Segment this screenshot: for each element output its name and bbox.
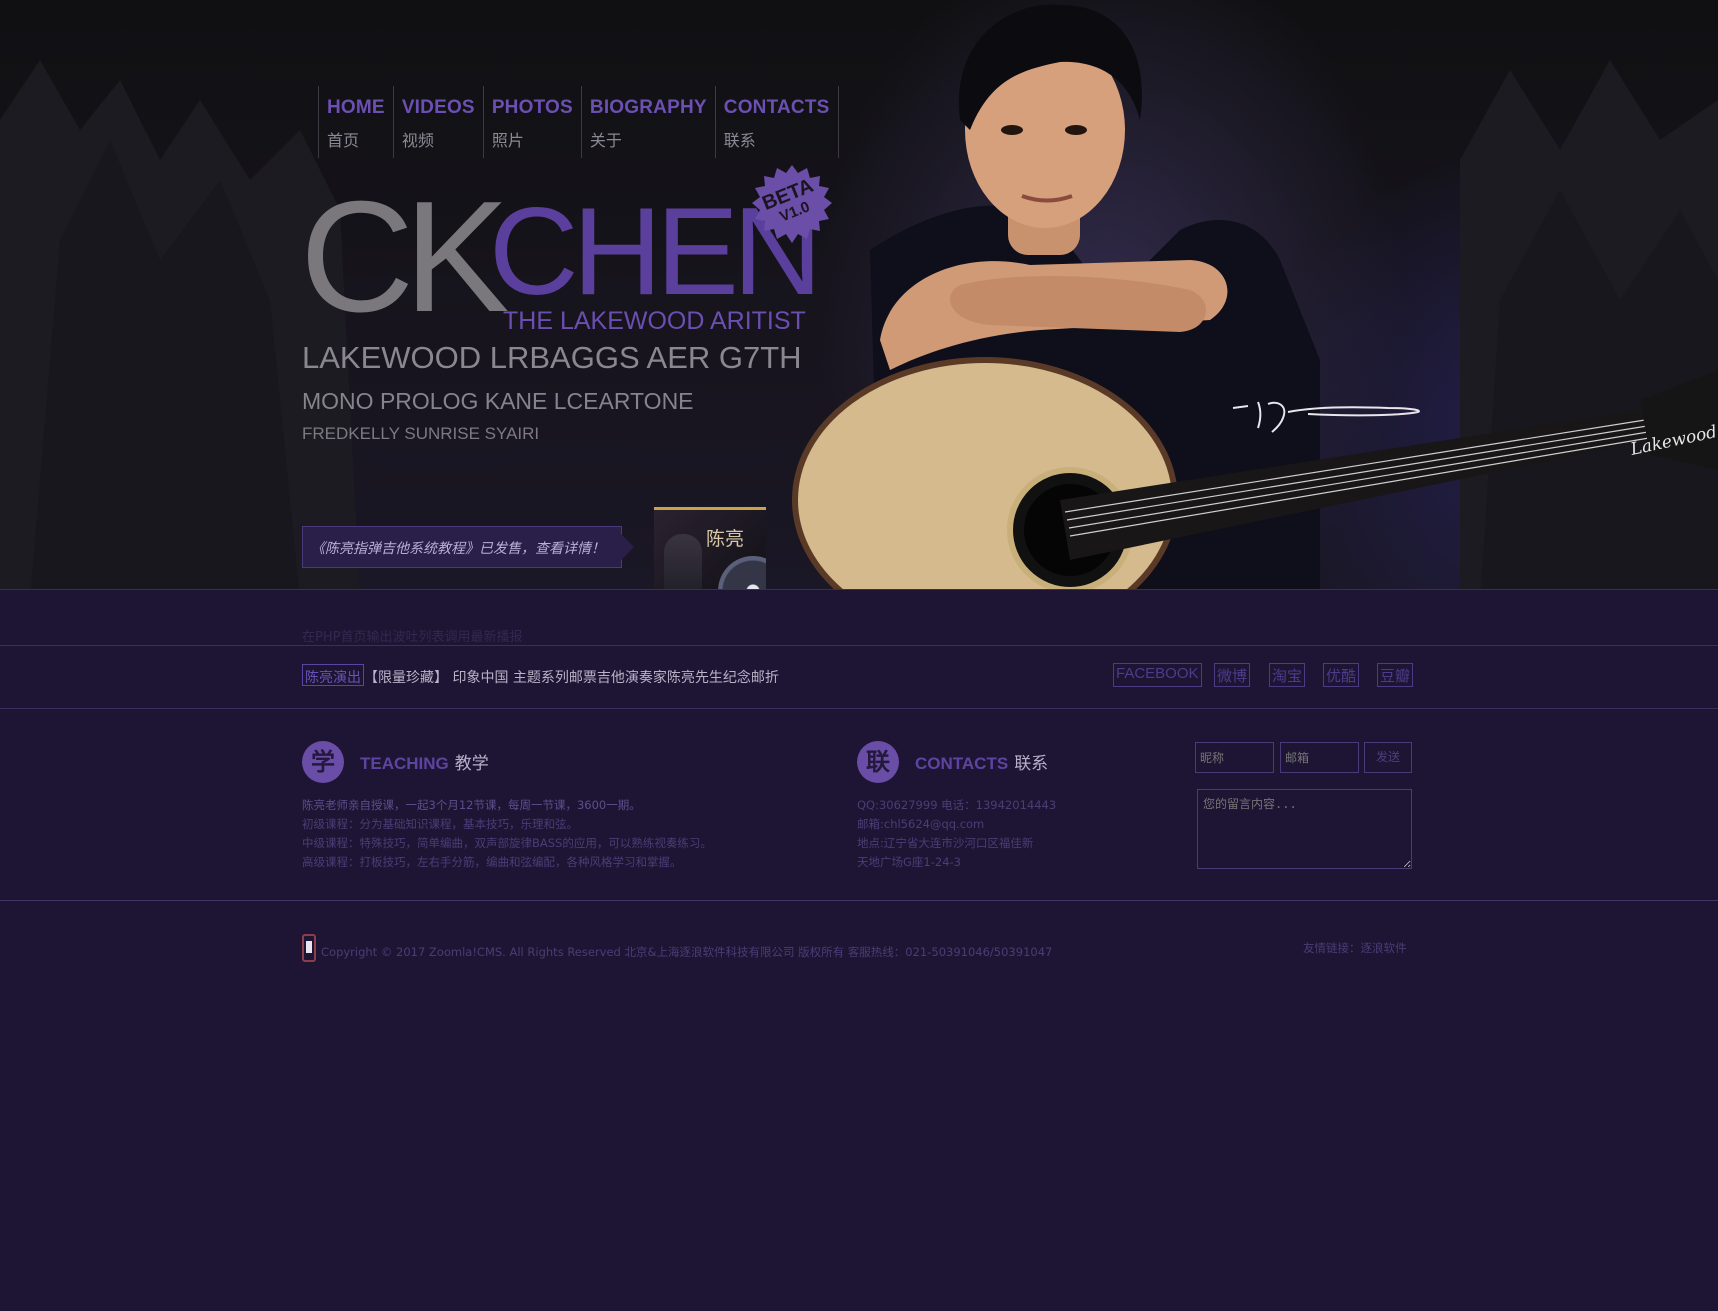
nav-home-label[interactable]: HOME [327,97,385,119]
email-input[interactable] [1280,742,1359,773]
teaching-line: 初级课程：分为基础知识课程，基本技巧，乐理和弦。 [302,817,578,831]
notice-band [0,590,1718,646]
news-headline-link[interactable]: 【限量珍藏】 印象中国 主题系列邮票吉他演奏家陈亮先生纪念邮折 [364,667,779,687]
album-person-graphic [664,534,702,589]
mobile-phone-icon[interactable] [302,934,316,962]
contact-line: 邮箱:chl5624@qq.com [857,817,985,831]
social-douban-link[interactable]: 豆瓣 [1377,663,1414,687]
nav-videos-label[interactable]: VIDEOS [402,97,475,119]
teaching-line: 高级课程：打板技巧，左右手分筋，编曲和弦编配，各种风格学习和掌握。 [302,855,682,869]
send-button[interactable]: 发送 [1364,742,1412,773]
main-nav: HOME 首页 VIDEOS 视频 PHOTOS 照片 BIOGRAPHY 关于… [318,86,839,158]
hero-banner: Lakewood HOME 首页 VIDEOS 视频 PHOTOS 照片 BIO… [0,0,1718,590]
nav-biography-label[interactable]: BIOGRAPHY [590,97,707,119]
teaching-line: 中级课程：特殊技巧，简单编曲，双声部旋律BASS的应用，可以熟练视奏练习。 [302,836,712,850]
nav-photos-label[interactable]: PHOTOS [492,97,573,119]
notice-text: 在PHP首页输出波吐列表调用最新播报 [302,630,523,645]
album-cover[interactable]: 陈亮 [654,507,766,589]
footer-divider [0,900,1718,901]
friend-links[interactable]: 友情链接：逐浪软件 [1303,940,1407,956]
nav-videos[interactable]: VIDEOS 视频 [392,86,483,158]
nav-contacts-label[interactable]: CONTACTS [724,97,830,119]
album-name: 陈亮 [705,528,744,550]
nav-photos[interactable]: PHOTOS 照片 [482,86,581,158]
social-youku-link[interactable]: 优酷 [1323,663,1360,687]
teaching-description: 陈亮老师亲自授课，一起3个月12节课，每周一节课，3600一期。 初级课程：分为… [302,796,712,872]
social-facebook-link[interactable]: FACEBOOK [1113,663,1202,687]
message-textarea[interactable] [1197,789,1412,869]
news-band [0,646,1718,709]
nav-contacts-cn[interactable]: 联系 [724,127,830,151]
gear-line-2: MONO PROLOG KANE LCEARTONE [302,388,694,414]
artist-signature [1232,401,1420,433]
nav-biography[interactable]: BIOGRAPHY 关于 [580,86,715,158]
logo-ck: CK [300,169,509,345]
gear-line-3: FREDKELLY SUNRISE SYAIRI [302,424,540,443]
cd-disc-icon [718,556,766,589]
nav-photos-cn[interactable]: 照片 [492,127,573,151]
teaching-icon: 学 [302,741,344,783]
teaching-line: 陈亮老师亲自授课，一起3个月12节课，每周一节课，3600一期。 [302,798,641,812]
contact-line: 天地广场G座1-24-3 [857,855,961,869]
copyright-text: Copyright © 2017 Zoomla!CMS. All Rights … [321,945,1053,959]
contact-line: QQ:30627999 电话：13942014443 [857,798,1057,812]
logo-subtitle: THE LAKEWOOD ARITIST [503,307,806,335]
beta-badge: BETA V1.0 [752,165,832,245]
artist-photo: Lakewood [792,4,1718,589]
contacts-icon: 联 [857,741,899,783]
teaching-title: TEACHING 教学 [360,749,489,774]
nav-home-cn[interactable]: 首页 [327,127,385,151]
teaching-title-en: TEACHING [360,754,449,773]
nav-biography-cn[interactable]: 关于 [590,127,707,151]
contacts-title-cn: 联系 [1014,754,1049,774]
contacts-details: QQ:30627999 电话：13942014443 邮箱:chl5624@qq… [857,796,1056,872]
social-weibo-link[interactable]: 微博 [1214,663,1251,687]
social-taobao-link[interactable]: 淘宝 [1269,663,1306,687]
contacts-title-en: CONTACTS [915,754,1009,773]
nav-home[interactable]: HOME 首页 [318,86,393,158]
nickname-input[interactable] [1195,742,1274,773]
gear-line-1: LAKEWOOD LRBAGGS AER G7TH [302,340,802,375]
teaching-title-cn: 教学 [454,754,489,774]
nav-contacts[interactable]: CONTACTS 联系 [714,86,839,158]
nav-videos-cn[interactable]: 视频 [402,127,475,151]
contact-line: 地点:辽宁省大连市沙河口区福佳新 [857,836,1034,850]
news-tag-link[interactable]: 陈亮演出 [302,664,364,686]
contacts-title: CONTACTS 联系 [915,749,1048,774]
promo-banner-link[interactable]: 《陈亮指弹吉他系统教程》已发售，查看详情！ [302,526,634,568]
